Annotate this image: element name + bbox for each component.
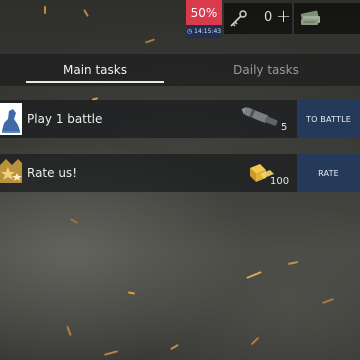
spark — [144, 38, 156, 44]
spark — [287, 260, 299, 266]
sale-timer: ◷ 14:15:43 — [186, 25, 222, 38]
keys-count: 0 — [264, 10, 273, 25]
task-row: Rate us! 100 RATE — [0, 154, 360, 192]
spark — [70, 218, 78, 224]
active-tab-indicator — [26, 81, 164, 83]
sale-badge[interactable]: 50% ◷ 14:15:43 — [186, 0, 222, 38]
task-reward: 100 — [246, 156, 298, 190]
reward-quantity: 100 — [270, 176, 290, 187]
spark — [170, 343, 179, 351]
task-tabs: Main tasks Daily tasks — [0, 54, 360, 86]
spark — [127, 291, 136, 295]
task-title: Rate us! — [27, 166, 77, 180]
task-row: Play 1 battle 5 TO BATTLE — [0, 100, 360, 138]
spark — [66, 325, 72, 337]
cash-counter[interactable] — [294, 3, 360, 34]
spark — [250, 336, 260, 346]
clock-icon: ◷ — [186, 28, 193, 35]
to-battle-button[interactable]: TO BATTLE — [297, 100, 360, 138]
spark — [103, 350, 119, 356]
tab-daily-tasks[interactable]: Daily tasks — [196, 54, 336, 86]
task-reward: 5 — [238, 102, 290, 136]
battle-task-icon — [0, 103, 22, 135]
reward-quantity: 5 — [281, 122, 288, 133]
spark — [246, 271, 262, 279]
cash-stack-icon — [300, 10, 320, 25]
task-title: Play 1 battle — [27, 112, 103, 126]
sale-percent: 50% — [186, 0, 222, 25]
key-icon — [230, 10, 247, 27]
keys-counter: 0 + — [224, 3, 292, 34]
rate-task-icon — [0, 159, 22, 183]
sale-timer-text: 14:15:43 — [194, 28, 222, 35]
rate-button[interactable]: RATE — [297, 154, 360, 192]
add-keys-button[interactable]: + — [276, 6, 291, 28]
top-bar: 50% ◷ 14:15:43 0 + — [0, 0, 360, 38]
spark — [322, 298, 334, 304]
shell-icon — [241, 106, 278, 126]
